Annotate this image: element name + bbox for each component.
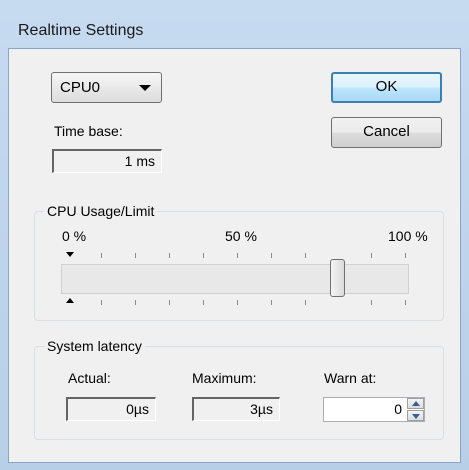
warn-at-spinner[interactable]: 0 <box>323 397 425 422</box>
slider-tick <box>405 300 406 305</box>
slider-tick <box>237 253 238 258</box>
scale-max-label: 100 % <box>388 228 428 244</box>
slider-tick <box>101 300 102 305</box>
time-base-label: Time base: <box>54 123 123 139</box>
system-latency-group <box>34 346 444 440</box>
slider-bottom-marker-icon <box>66 298 74 303</box>
slider-tick <box>371 300 372 305</box>
slider-tick <box>305 253 306 258</box>
slider-tick <box>237 300 238 305</box>
slider-tick <box>203 300 204 305</box>
cpu-limit-slider-track[interactable] <box>61 264 409 294</box>
warn-at-label: Warn at: <box>324 370 377 386</box>
cpu-limit-slider-thumb[interactable] <box>329 259 345 297</box>
slider-tick <box>271 253 272 258</box>
maximum-label: Maximum: <box>192 370 257 386</box>
chevron-down-icon <box>139 85 151 91</box>
slider-tick <box>405 253 406 258</box>
slider-tick <box>203 253 204 258</box>
scale-min-label: 0 % <box>62 228 87 244</box>
warn-at-value: 0 <box>394 401 402 417</box>
slider-tick <box>169 300 170 305</box>
title-bar[interactable]: Realtime Settings <box>0 0 469 48</box>
actual-label: Actual: <box>68 370 111 386</box>
cancel-button[interactable]: Cancel <box>331 117 442 148</box>
maximum-latency-field: 3µs <box>192 397 280 421</box>
window-title: Realtime Settings <box>18 22 144 39</box>
slider-top-marker-icon <box>66 252 74 257</box>
slider-tick <box>135 253 136 258</box>
slider-tick <box>371 253 372 258</box>
ok-button[interactable]: OK <box>331 72 442 103</box>
cpu-usage-group-title: CPU Usage/Limit <box>44 203 158 219</box>
spin-up-icon[interactable] <box>407 398 424 409</box>
cpu-select-value: CPU0 <box>60 79 101 96</box>
actual-latency-field: 0µs <box>66 397 156 421</box>
system-latency-group-title: System latency <box>44 338 145 354</box>
slider-tick <box>271 300 272 305</box>
spin-down-icon[interactable] <box>407 410 424 421</box>
scale-mid-label: 50 % <box>225 228 257 244</box>
realtime-settings-window: Realtime Settings CPU0 OK Cancel Time ba… <box>0 0 469 470</box>
time-base-field: 1 ms <box>52 149 162 173</box>
slider-tick <box>101 253 102 258</box>
spinner-buttons <box>407 398 424 421</box>
cpu-select[interactable]: CPU0 <box>51 72 162 103</box>
slider-tick <box>169 253 170 258</box>
slider-tick <box>135 300 136 305</box>
slider-tick <box>305 300 306 305</box>
